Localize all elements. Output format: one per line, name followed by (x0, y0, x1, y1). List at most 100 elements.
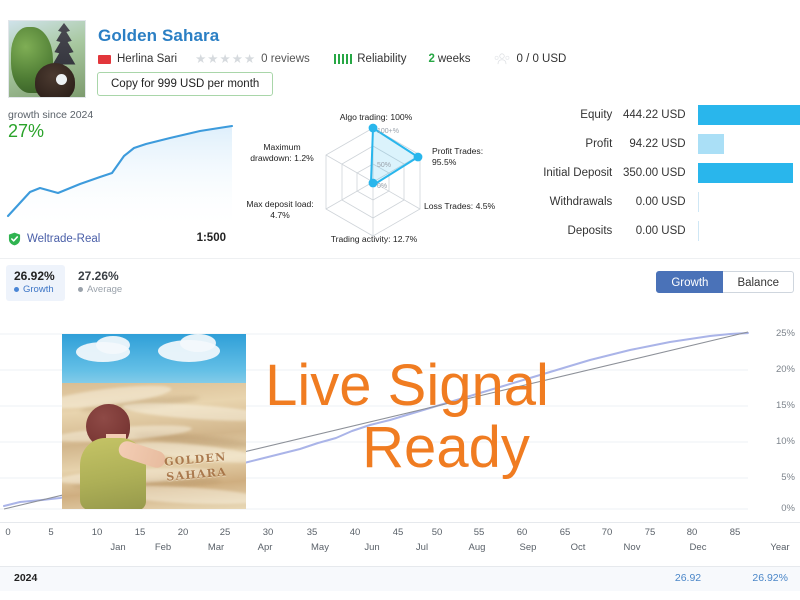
x-month: Jun (364, 542, 380, 553)
signal-age-number: 2 (428, 53, 435, 65)
radar-label-max-drawdown: Maximum drawdown: 1.2% (238, 142, 326, 163)
legend-dot-average-icon (78, 286, 83, 292)
x-month: Nov (623, 542, 641, 553)
stat-bar-fill (697, 162, 793, 183)
summary-dec-value: 26.92 (674, 572, 702, 584)
radar-label-profit-trades-line1: Profit Trades: (432, 146, 484, 156)
account-stats-panel: Equity 444.22 USD Profit 94.22 USD Initi… (520, 100, 800, 252)
stat-label: Withdrawals (549, 195, 613, 208)
stat-bar-track (697, 191, 800, 212)
radar-ring-label-100: 100+% (377, 128, 399, 135)
chart-mode-tabs: Growth Balance (656, 271, 794, 293)
stat-bar-fill (697, 133, 724, 154)
leverage-value: 1:500 (196, 232, 226, 244)
metric-average[interactable]: 27.26% Average (70, 265, 132, 301)
stat-bar-track (697, 104, 800, 125)
trading-quality-radar: 100+% 50% 0% Algo trading: 100% Profit T… (234, 104, 520, 256)
signal-card: Golden Sahara Herlina Sari ★ ★ ★ ★ ★ 0 r… (0, 0, 800, 600)
y-tick-5: 5% (781, 472, 795, 483)
metric-growth[interactable]: 26.92% Growth (6, 265, 65, 301)
x-tick: 65 (559, 527, 571, 538)
tab-growth[interactable]: Growth (656, 271, 724, 293)
metric-average-value: 27.26% (78, 269, 119, 283)
x-month: Mar (207, 542, 225, 553)
flag-icon (98, 54, 111, 64)
shield-check-icon (8, 232, 21, 246)
avatar[interactable] (8, 20, 86, 98)
metric-average-label: Average (78, 284, 122, 296)
cloud-icon (96, 336, 130, 354)
author-name[interactable]: Herlina Sari (117, 53, 177, 65)
radar-label-max-drawdown-line1: Maximum (263, 142, 301, 152)
x-month: Apr (257, 542, 273, 553)
stat-value: 444.22 USD (622, 108, 686, 121)
x-tick: 70 (601, 527, 613, 538)
stat-label: Deposits (567, 224, 613, 237)
stat-bar-track (697, 133, 800, 154)
x-month: Feb (154, 542, 172, 553)
x-tick: 75 (644, 527, 656, 538)
x-tick: 35 (306, 527, 318, 538)
x-month: Sep (519, 542, 537, 553)
x-month: Oct (570, 542, 586, 553)
chart-controls-row: 26.92% Growth 27.26% Average Growth Bala… (0, 258, 800, 313)
stat-bar-zero-tick (697, 191, 699, 212)
chart-x-axis: 0 5 10 15 20 25 30 35 40 45 50 55 60 65 … (0, 522, 800, 567)
radar-label-max-deposit-load-line1: Max deposit load: (246, 199, 314, 209)
summary-year: 2024 (14, 572, 38, 584)
rating-stars[interactable]: ★ ★ ★ ★ ★ (195, 52, 255, 66)
radar-point-profit-trades (413, 152, 423, 162)
star-icon: ★ (231, 52, 243, 66)
x-month: Jan (110, 542, 126, 553)
broker-info[interactable]: Weltrade-Real (8, 232, 100, 246)
radar-ring-label-50: 50% (377, 162, 391, 169)
x-tick: 5 (48, 527, 54, 538)
signal-age-unit: weeks (437, 53, 471, 65)
avatar-person (35, 63, 75, 97)
reliability-label: Reliability (357, 53, 407, 65)
y-tick-10: 10% (775, 436, 795, 447)
x-tick: 55 (473, 527, 485, 538)
star-icon: ★ (207, 52, 219, 66)
y-tick-15: 15% (775, 400, 795, 411)
growth-chart[interactable]: 25% 20% 15% 10% 5% 0% GOLDEN SAHARA Live… (0, 312, 800, 522)
x-tick: 10 (91, 527, 103, 538)
stat-bar-zero-tick (697, 220, 699, 241)
copy-button[interactable]: Copy for 999 USD per month (97, 72, 274, 96)
x-tick: 40 (349, 527, 361, 538)
stat-row-equity: Equity 444.22 USD (520, 100, 800, 129)
radar-label-profit-trades-line2: 95.5% (432, 156, 457, 167)
x-tick: 50 (431, 527, 443, 538)
stat-bar-track (697, 220, 800, 241)
growth-summary-panel: growth since 2024 27% Weltrade-Real 1:50… (0, 104, 234, 256)
tab-balance[interactable]: Balance (723, 271, 794, 293)
radar-label-max-deposit-load-line2: 4.7% (270, 209, 290, 220)
summary-year-total: 26.92% (752, 572, 788, 584)
stat-value: 94.22 USD (629, 137, 686, 150)
star-icon: ★ (219, 52, 231, 66)
x-month: May (311, 542, 329, 553)
x-tick: 15 (134, 527, 146, 538)
page-title[interactable]: Golden Sahara (98, 26, 219, 46)
stat-bar-fill (697, 104, 800, 125)
golden-sahara-artwork: GOLDEN SAHARA (62, 334, 246, 509)
x-month: Year (770, 542, 790, 553)
x-month: Aug (468, 542, 486, 553)
stat-label: Initial Deposit (543, 166, 613, 179)
metric-growth-label: Growth (14, 284, 55, 296)
x-month: Dec (689, 542, 707, 553)
y-tick-25: 25% (775, 328, 795, 339)
subscribers-icon (495, 53, 510, 65)
stat-label: Equity (580, 108, 613, 121)
stat-row-profit: Profit 94.22 USD (520, 129, 800, 158)
yearly-summary-row[interactable]: 2024 26.92 26.92% (0, 566, 800, 591)
star-icon: ★ (195, 52, 207, 66)
growth-sparkline (6, 124, 234, 227)
stat-row-withdrawals: Withdrawals 0.00 USD (520, 187, 800, 216)
avatar-flower (56, 74, 67, 85)
radar-ring-label-0: 0% (377, 183, 387, 190)
reviews-count[interactable]: 0 reviews (261, 53, 310, 65)
radar-label-loss-trades: Loss Trades: 4.5% (424, 201, 496, 211)
radar-series-polygon (370, 127, 419, 185)
radar-label-max-drawdown-line2: drawdown: 1.2% (250, 152, 314, 163)
